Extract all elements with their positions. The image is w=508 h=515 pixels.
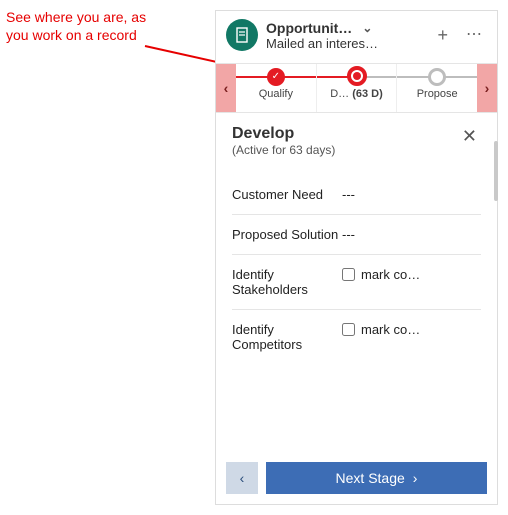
stage-label: D… (63 D): [317, 88, 397, 100]
close-icon[interactable]: ✕: [458, 125, 481, 147]
stage-label: Propose: [397, 88, 477, 100]
process-stage-bar: ‹ ✓ QualifyD… (63 D)Propose ›: [216, 63, 497, 113]
record-header: Opportunit… ⌄ Mailed an interes… + ⋯: [216, 11, 497, 63]
scrollbar-thumb[interactable]: [494, 141, 498, 201]
next-stage-button[interactable]: Next Stage ›: [266, 462, 487, 494]
field-text-value: ---: [342, 227, 355, 242]
add-button[interactable]: +: [433, 22, 452, 48]
entity-icon: [226, 19, 258, 51]
field-value[interactable]: mark co…: [342, 267, 481, 282]
field-text-value: ---: [342, 187, 355, 202]
stage-node-icon: ✓: [267, 68, 285, 86]
record-subtitle: Mailed an interes…: [266, 36, 427, 51]
field-label: Identify Stakeholders: [232, 267, 342, 297]
checkbox-label: mark co…: [361, 267, 420, 282]
mark-complete-checkbox[interactable]: [342, 323, 355, 336]
record-panel: Opportunit… ⌄ Mailed an interes… + ⋯ ‹ ✓…: [215, 10, 498, 505]
stage-field: Customer Need---: [232, 175, 481, 215]
stage-footer: ‹ Next Stage ›: [216, 456, 497, 504]
stage-node-icon: [347, 66, 367, 86]
stage-field: Identify Stakeholders mark co…: [232, 255, 481, 310]
callout-annotation: See where you are, as you work on a reco…: [6, 8, 206, 44]
field-label: Identify Competitors: [232, 322, 342, 352]
annotation-line1: See where you are, as: [6, 9, 146, 25]
field-value[interactable]: mark co…: [342, 322, 481, 337]
chevron-right-icon: ›: [413, 470, 418, 486]
stage-next-button[interactable]: ›: [477, 64, 497, 112]
stage-item[interactable]: Propose: [397, 64, 477, 112]
stage-field: Identify Competitors mark co…: [232, 310, 481, 364]
next-stage-label: Next Stage: [336, 470, 405, 486]
stage-detail-panel: Develop (Active for 63 days) ✕ Customer …: [216, 113, 497, 456]
checkbox-label: mark co…: [361, 322, 420, 337]
stage-prev-button[interactable]: ‹: [216, 64, 236, 112]
field-label: Customer Need: [232, 187, 342, 202]
annotation-line2: you work on a record: [6, 27, 137, 43]
prev-stage-button[interactable]: ‹: [226, 462, 258, 494]
stage-item[interactable]: ✓ Qualify: [236, 64, 317, 112]
stage-detail-subtitle: (Active for 63 days): [232, 143, 335, 157]
chevron-down-icon[interactable]: ⌄: [362, 21, 372, 35]
more-button[interactable]: ⋯: [462, 23, 487, 47]
mark-complete-checkbox[interactable]: [342, 268, 355, 281]
stage-label: Qualify: [236, 88, 316, 100]
field-value[interactable]: ---: [342, 187, 481, 202]
stage-node-icon: [428, 68, 446, 86]
record-title: Opportunit…: [266, 20, 352, 36]
stage-item[interactable]: D… (63 D): [317, 64, 398, 112]
stage-field: Proposed Solution---: [232, 215, 481, 255]
field-label: Proposed Solution: [232, 227, 342, 242]
field-value[interactable]: ---: [342, 227, 481, 242]
stage-detail-title: Develop: [232, 125, 335, 143]
